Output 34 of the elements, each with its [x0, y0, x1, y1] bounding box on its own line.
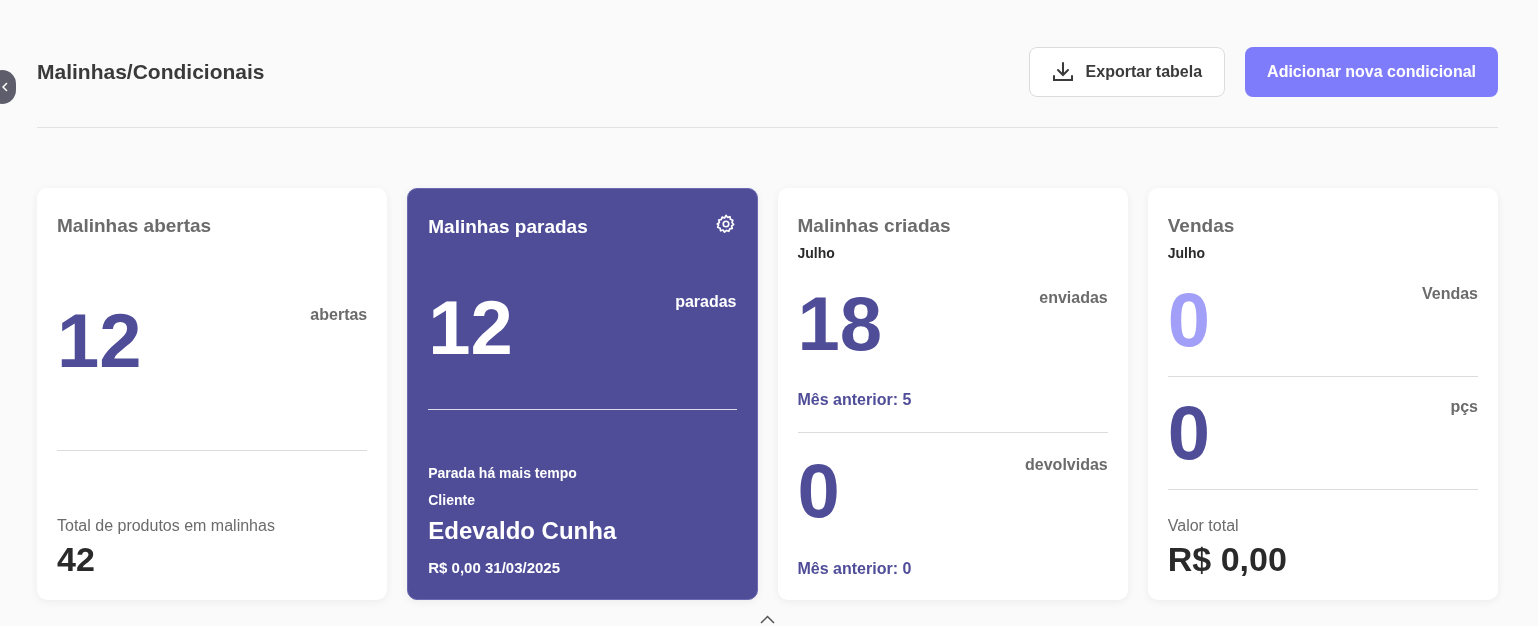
stat-unit: Vendas [1421, 283, 1478, 304]
card-title: Malinhas abertas [57, 214, 212, 238]
stat-value: 12 [428, 289, 513, 366]
stat-value: 0 [797, 452, 840, 529]
previous-month-note: Mês anterior: 0 [797, 558, 913, 579]
card-title: Vendas [1167, 214, 1235, 238]
month-label: Julho [797, 243, 836, 263]
stat-value: 18 [797, 285, 883, 362]
stat-unit: devolvidas [1025, 454, 1108, 475]
stat-unit: abertas [310, 304, 368, 325]
footer-label: Valor total [1167, 515, 1240, 536]
page-title: Malinhas/Condicionais [37, 59, 265, 86]
card-title: Malinhas criadas [797, 214, 951, 238]
export-table-button[interactable]: Exportar tabela [1028, 47, 1226, 97]
stalled-details: R$ 0,00 31/03/2025 [428, 557, 562, 578]
caption-label: Parada há mais tempo [428, 463, 578, 483]
client-name: Edevaldo Cunha [428, 515, 618, 546]
card-title: Malinhas paradas [428, 215, 588, 239]
caret-up-icon[interactable] [760, 615, 775, 624]
stat-value: 0 [1167, 281, 1211, 358]
stat-unit: enviadas [1039, 287, 1108, 308]
footer-value: 42 [57, 538, 96, 580]
footer-value: R$ 0,00 [1167, 538, 1288, 580]
chevron-left-icon [2, 82, 8, 92]
stat-value: 12 [57, 302, 142, 379]
download-icon [1051, 61, 1074, 83]
stat-unit: pçs [1450, 396, 1478, 417]
settings-icon[interactable] [714, 213, 737, 235]
stat-unit: paradas [675, 291, 737, 312]
footer-label: Total de produtos em malinhas [57, 515, 276, 536]
month-label: Julho [1167, 243, 1207, 263]
previous-month-note: Mês anterior: 5 [797, 389, 913, 410]
stat-value: 0 [1167, 394, 1211, 471]
client-label: Cliente [428, 490, 476, 510]
